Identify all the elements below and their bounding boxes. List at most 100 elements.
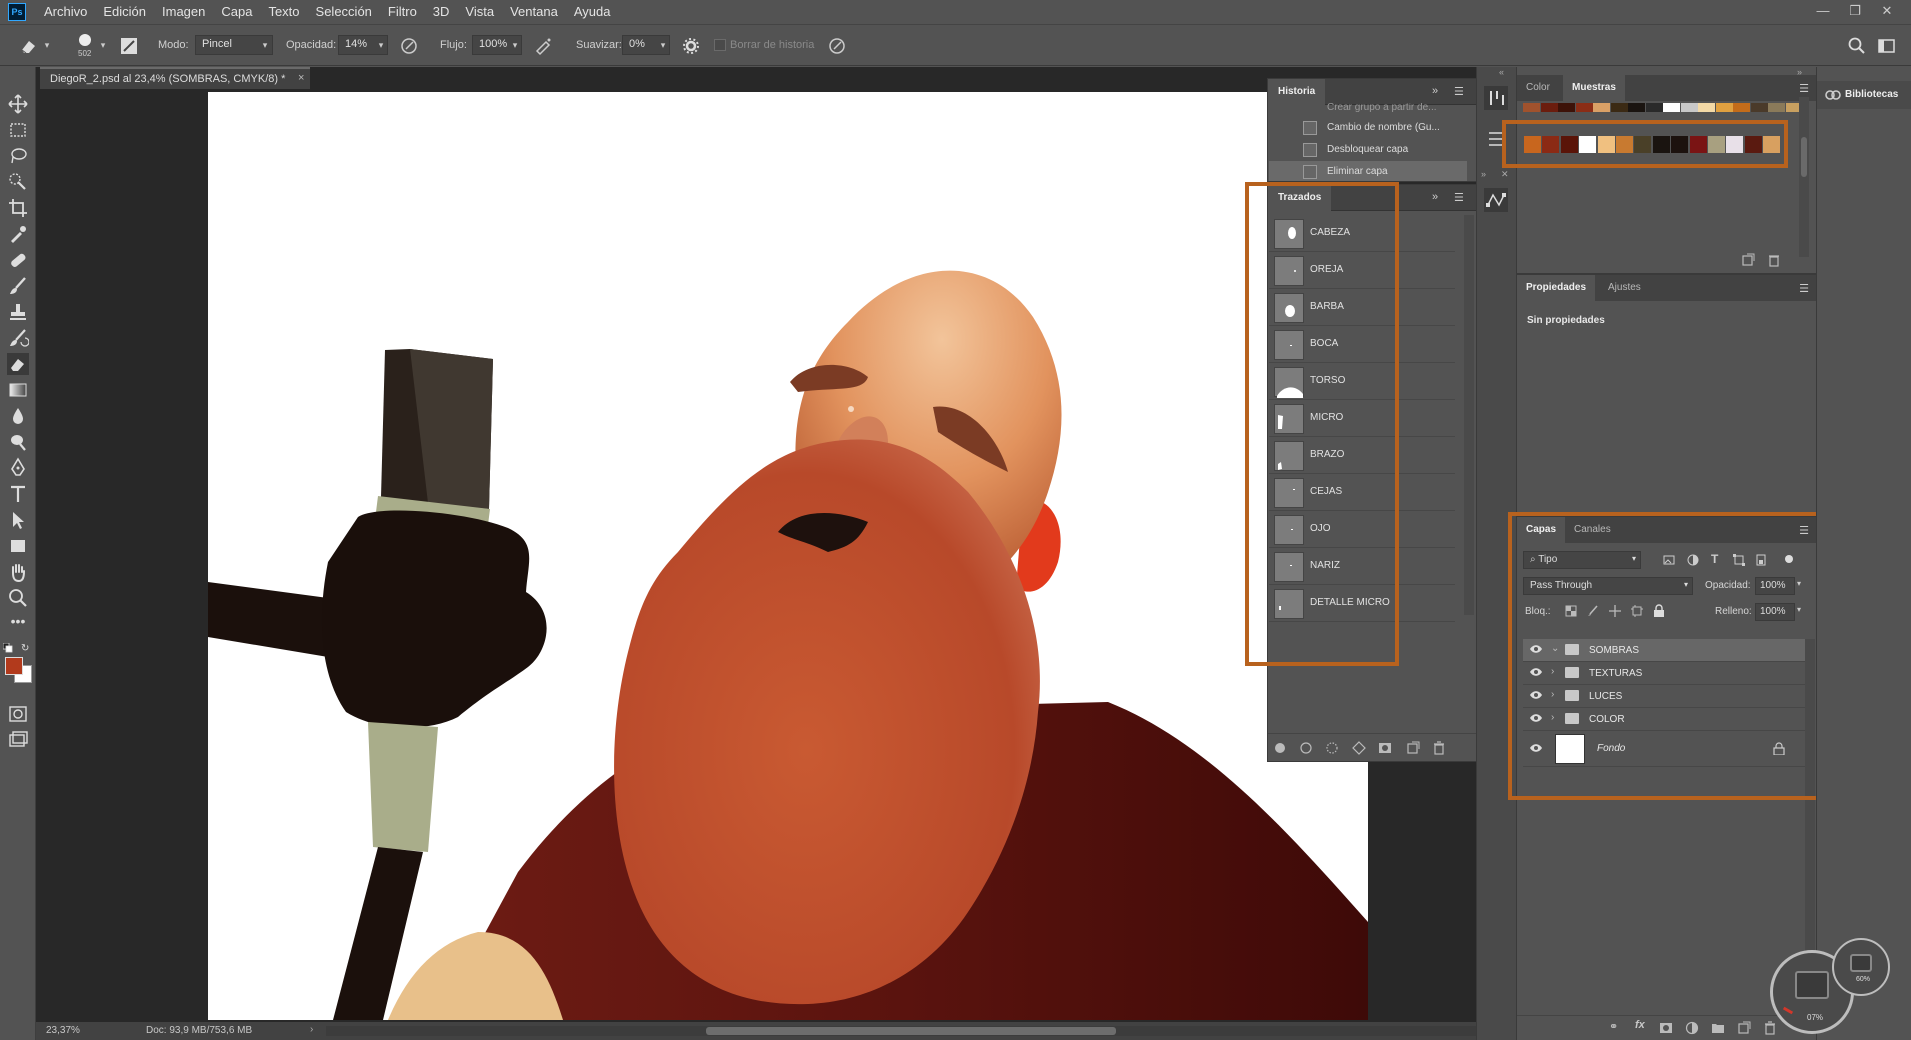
history-panel-icon[interactable] [1483, 85, 1509, 111]
paths-panel-icon[interactable] [1483, 187, 1509, 213]
tab-muestras[interactable]: Muestras [1563, 75, 1625, 101]
menu-texto[interactable]: Texto [260, 0, 307, 24]
foreground-color-swatch[interactable] [5, 657, 23, 675]
swatch[interactable] [1663, 103, 1680, 112]
history-item-active[interactable]: Eliminar capa [1269, 161, 1467, 181]
delete-path-icon[interactable] [1432, 741, 1446, 755]
dodge-tool-icon[interactable] [7, 431, 29, 453]
swatch[interactable] [1715, 103, 1733, 112]
swatches-panel-menu-icon[interactable]: ☰ [1799, 82, 1809, 95]
libraries-button[interactable]: Bibliotecas [1817, 81, 1911, 109]
close-document-icon[interactable]: × [298, 72, 304, 84]
screen-mode-icon[interactable] [7, 729, 29, 751]
swatch[interactable] [1628, 103, 1645, 112]
history-item[interactable]: Cambio de nombre (Gu... [1269, 117, 1467, 139]
document-tab[interactable]: DiegoR_2.psd al 23,4% (SOMBRAS, CMYK/8) … [40, 67, 310, 89]
swatches-scrollbar[interactable] [1799, 97, 1809, 257]
brush-picker-dropdown[interactable]: ▾ [96, 35, 110, 55]
swatch[interactable] [1750, 103, 1768, 112]
healing-brush-tool-icon[interactable] [7, 249, 29, 271]
restore-icon[interactable]: ❐ [1840, 0, 1870, 24]
eraser-tool-icon[interactable] [7, 353, 29, 375]
tab-color[interactable]: Color [1517, 75, 1559, 101]
search-icon[interactable] [1846, 35, 1868, 57]
horizontal-scrollbar[interactable] [326, 1026, 1476, 1036]
brush-settings-icon[interactable] [118, 35, 140, 57]
swatch[interactable] [1768, 103, 1785, 112]
close-panel-group-icon[interactable]: ✕ [1501, 169, 1509, 180]
lasso-tool-icon[interactable] [7, 145, 29, 167]
move-tool-icon[interactable] [7, 93, 29, 115]
history-panel-title[interactable]: Historia [1268, 79, 1326, 105]
link-layers-icon[interactable]: ⚭ [1609, 1020, 1618, 1033]
gradient-tool-icon[interactable] [7, 379, 29, 401]
menu-ventana[interactable]: Ventana [502, 0, 566, 24]
document-size-info[interactable]: Doc: 93,9 MB/753,6 MB [146, 1025, 252, 1036]
paths-scrollbar[interactable] [1464, 215, 1474, 615]
add-mask-icon[interactable] [1378, 741, 1392, 755]
minimize-icon[interactable]: — [1808, 0, 1838, 24]
new-group-folder-icon[interactable] [1711, 1021, 1725, 1035]
new-layer-icon[interactable] [1737, 1021, 1751, 1035]
collapse-dock-icon[interactable]: « [1499, 67, 1504, 77]
airbrush-icon[interactable] [532, 35, 554, 57]
quick-selection-tool-icon[interactable] [7, 171, 29, 193]
menu-imagen[interactable]: Imagen [154, 0, 213, 24]
tab-ajustes[interactable]: Ajustes [1599, 275, 1650, 301]
tab-propiedades[interactable]: Propiedades [1517, 275, 1596, 301]
paths-panel-menu-icon[interactable]: ☰ [1454, 191, 1464, 204]
opacity-slider-arrow[interactable]: ▾ [374, 35, 388, 55]
history-item[interactable]: Crear grupo a partir de... [1269, 103, 1467, 115]
path-selection-tool-icon[interactable] [7, 509, 29, 531]
brush-tool-icon[interactable] [7, 275, 29, 297]
menu-seleccion[interactable]: Selección [308, 0, 380, 24]
menu-archivo[interactable]: Archivo [36, 0, 95, 24]
add-layer-mask-icon[interactable] [1659, 1021, 1673, 1035]
swatch[interactable] [1593, 103, 1610, 112]
swatch[interactable] [1698, 103, 1715, 112]
mode-dropdown-arrow[interactable]: ▾ [258, 35, 272, 55]
properties-panel-menu-icon[interactable]: ☰ [1799, 282, 1809, 295]
blur-tool-icon[interactable] [7, 405, 29, 427]
menu-ayuda[interactable]: Ayuda [566, 0, 619, 24]
pressure-opacity-icon[interactable] [398, 35, 420, 57]
stroke-path-icon[interactable] [1300, 742, 1312, 754]
collapse-panel-icon[interactable]: » [1432, 191, 1438, 203]
history-item[interactable]: Desbloquear capa [1269, 139, 1467, 161]
tool-preset-dropdown[interactable]: ▾ [40, 35, 54, 55]
new-swatch-icon[interactable] [1741, 253, 1755, 267]
new-adjustment-layer-icon[interactable] [1685, 1021, 1699, 1035]
swatch[interactable] [1610, 103, 1628, 112]
zoom-level[interactable]: 23,37% [46, 1025, 80, 1036]
history-brush-tool-icon[interactable] [7, 327, 29, 349]
smoothing-slider-arrow[interactable]: ▾ [656, 35, 670, 55]
crop-tool-icon[interactable] [7, 197, 29, 219]
make-work-path-icon[interactable] [1352, 741, 1366, 755]
eyedropper-tool-icon[interactable] [7, 223, 29, 245]
expand-panels-icon[interactable]: » [1481, 169, 1486, 179]
history-panel-menu-icon[interactable]: ☰ [1454, 85, 1464, 98]
swatch[interactable] [1733, 103, 1750, 112]
zoom-tool-icon[interactable] [7, 587, 29, 609]
hand-tool-icon[interactable] [7, 561, 29, 583]
swatch[interactable] [1575, 103, 1593, 112]
type-tool-icon[interactable] [7, 483, 29, 505]
workspace-switcher-icon[interactable] [1876, 35, 1898, 57]
load-path-as-selection-icon[interactable] [1326, 742, 1338, 754]
menu-filtro[interactable]: Filtro [380, 0, 425, 24]
delete-swatch-icon[interactable] [1767, 253, 1781, 267]
new-path-icon[interactable] [1406, 741, 1420, 755]
default-colors-icon[interactable] [3, 643, 13, 653]
fill-path-icon[interactable] [1274, 742, 1286, 754]
eraser-tool-preset-icon[interactable] [18, 35, 40, 57]
more-tools-icon[interactable]: ••• [7, 613, 29, 635]
smoothing-options-gear-icon[interactable] [680, 35, 702, 57]
close-window-icon[interactable]: ✕ [1872, 0, 1902, 24]
delete-layer-icon[interactable] [1763, 1021, 1777, 1035]
swatch[interactable] [1680, 103, 1698, 112]
pressure-size-icon[interactable] [826, 35, 848, 57]
menu-3d[interactable]: 3D [425, 0, 458, 24]
pen-tool-icon[interactable] [7, 457, 29, 479]
status-menu-arrow-icon[interactable]: › [310, 1024, 313, 1035]
clone-stamp-tool-icon[interactable] [7, 301, 29, 323]
